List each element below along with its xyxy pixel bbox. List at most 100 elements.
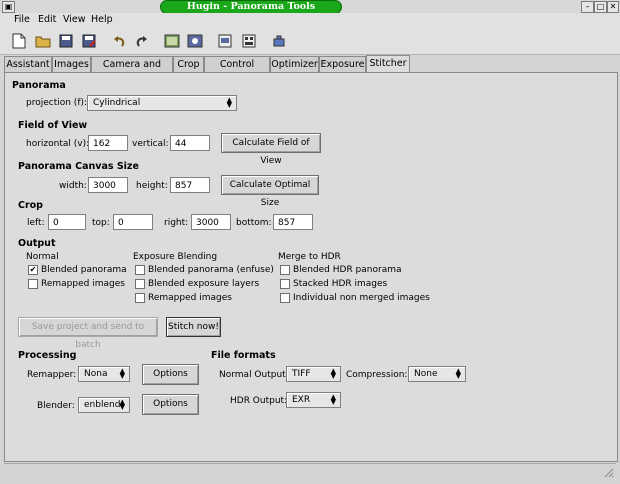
tab-crop[interactable]: Crop: [173, 56, 204, 72]
blended-hdr-checkbox[interactable]: [280, 265, 290, 275]
close-icon[interactable]: ✕: [607, 1, 619, 13]
normal-output-value: TIFF: [292, 369, 311, 379]
normal-output-heading: Normal: [26, 252, 59, 262]
blended-panorama-label: Blended panorama: [41, 265, 127, 275]
remapper-options-button[interactable]: Options: [142, 364, 199, 385]
title-bar: ▣ Hugin - Panorama Tools Frontend – □ ✕: [0, 0, 620, 24]
preview-icon[interactable]: [186, 32, 204, 50]
crop-left-input[interactable]: 0: [48, 214, 86, 230]
canvas-height-input[interactable]: 857: [170, 177, 210, 193]
canvas-size-heading: Panorama Canvas Size: [18, 161, 139, 172]
tab-control-points[interactable]: Control Points: [204, 56, 270, 85]
crop-bottom-label: bottom:: [236, 218, 272, 228]
blender-value: enblend: [84, 400, 121, 410]
blended-exposure-layers-label: Blended exposure layers: [148, 279, 260, 289]
blender-options-button[interactable]: Options: [142, 394, 199, 415]
fast-preview-icon[interactable]: [216, 32, 234, 50]
status-bar: [4, 463, 616, 478]
hdr-output-value: EXR: [292, 395, 311, 405]
crop-top-input[interactable]: 0: [113, 214, 153, 230]
redo-icon[interactable]: [133, 32, 151, 50]
tab-camera-and-lens[interactable]: Camera and Lens: [91, 56, 173, 85]
crop-right-label: right:: [164, 218, 189, 228]
calculate-fov-button[interactable]: Calculate Field of View: [221, 133, 321, 166]
stacked-hdr-label: Stacked HDR images: [293, 279, 388, 289]
calculate-optimal-size-button[interactable]: Calculate Optimal Size: [221, 175, 319, 208]
resize-grip-icon[interactable]: [602, 466, 614, 478]
blended-enfuse-checkbox[interactable]: [135, 265, 145, 275]
stitch-now-button[interactable]: Stitch now!: [166, 317, 221, 337]
projection-value: Cylindrical: [93, 98, 141, 108]
menu-edit[interactable]: Edit: [38, 14, 56, 25]
undo-icon[interactable]: [110, 32, 128, 50]
menu-bar: File Edit View Help: [0, 13, 620, 28]
horizontal-fov-label: horizontal (v):: [26, 139, 90, 149]
blended-exposure-layers-checkbox[interactable]: [135, 279, 145, 289]
exposure-remapped-images-checkbox[interactable]: [135, 293, 145, 303]
hdr-output-select[interactable]: EXR ▲ ▼: [286, 392, 341, 408]
menu-view[interactable]: View: [63, 14, 86, 25]
canvas-width-input[interactable]: 3000: [88, 177, 128, 193]
hdr-output-label: HDR Output:: [230, 396, 288, 406]
remapper-select[interactable]: Nona ▲ ▼: [78, 366, 130, 382]
vertical-fov-label: vertical:: [132, 139, 169, 149]
processing-heading: Processing: [18, 350, 77, 361]
chevron-updown-icon: ▲ ▼: [330, 393, 336, 406]
individual-non-merged-label: Individual non merged images: [293, 293, 430, 303]
exposure-blending-heading: Exposure Blending: [133, 252, 218, 262]
compression-select[interactable]: None ▲ ▼: [408, 366, 466, 382]
stacked-hdr-checkbox[interactable]: [280, 279, 290, 289]
output-heading: Output: [18, 238, 56, 249]
remapped-images-label: Remapped images: [41, 279, 125, 289]
crop-top-label: top:: [92, 218, 110, 228]
projection-label: projection (f):: [26, 98, 88, 108]
tab-exposure[interactable]: Exposure: [319, 56, 366, 72]
layout-icon[interactable]: [240, 32, 258, 50]
open-file-icon[interactable]: [34, 32, 52, 50]
canvas-height-label: height:: [136, 181, 168, 191]
blended-panorama-checkbox[interactable]: ✔: [28, 265, 38, 275]
save-as-icon[interactable]: [80, 32, 98, 50]
blended-hdr-label: Blended HDR panorama: [293, 265, 402, 275]
exposure-remapped-images-label: Remapped images: [148, 293, 232, 303]
blended-enfuse-label: Blended panorama (enfuse): [148, 265, 274, 275]
new-file-icon[interactable]: [10, 32, 28, 50]
send-to-batch-button[interactable]: Save project and send to batch: [18, 317, 158, 350]
chevron-updown-icon: ▲ ▼: [330, 367, 336, 380]
crop-left-label: left:: [27, 218, 45, 228]
blender-select[interactable]: enblend ▲ ▼: [78, 397, 130, 413]
tab-assistant[interactable]: Assistant: [4, 56, 52, 72]
compression-value: None: [414, 369, 438, 379]
fov-heading: Field of View: [18, 120, 88, 131]
assistant-icon[interactable]: [163, 32, 181, 50]
tab-optimizer[interactable]: Optimizer: [270, 56, 319, 72]
save-icon[interactable]: [57, 32, 75, 50]
window-menu-icon[interactable]: ▣: [2, 1, 15, 13]
horizontal-fov-input[interactable]: 162: [88, 135, 128, 151]
normal-output-label: Normal Output:: [219, 370, 289, 380]
crop-right-input[interactable]: 3000: [191, 214, 231, 230]
normal-output-select[interactable]: TIFF ▲ ▼: [286, 366, 341, 382]
crop-bottom-input[interactable]: 857: [273, 214, 313, 230]
panorama-heading: Panorama: [12, 80, 66, 91]
vertical-fov-input[interactable]: 44: [170, 135, 210, 151]
window-title: Hugin - Panorama Tools Frontend: [160, 0, 342, 24]
chevron-updown-icon: ▲ ▼: [455, 367, 461, 380]
crop-heading: Crop: [18, 200, 43, 211]
remapped-images-checkbox[interactable]: [28, 279, 38, 289]
chevron-updown-icon: ▲ ▼: [119, 367, 125, 380]
blender-label: Blender:: [37, 401, 75, 411]
individual-non-merged-checkbox[interactable]: [280, 293, 290, 303]
menu-help[interactable]: Help: [91, 14, 113, 25]
minimize-icon[interactable]: –: [581, 1, 594, 13]
tab-images[interactable]: Images: [52, 56, 91, 72]
file-formats-heading: File formats: [211, 350, 276, 361]
toolbar: [0, 28, 620, 55]
menu-file[interactable]: File: [14, 14, 30, 25]
optimize-icon[interactable]: [270, 32, 288, 50]
compression-label: Compression:: [346, 370, 408, 380]
projection-select[interactable]: Cylindrical ▲ ▼: [87, 95, 237, 111]
tab-bar: Assistant Images Camera and Lens Crop Co…: [0, 55, 620, 85]
maximize-icon[interactable]: □: [594, 1, 607, 13]
tab-stitcher[interactable]: Stitcher: [366, 55, 410, 73]
